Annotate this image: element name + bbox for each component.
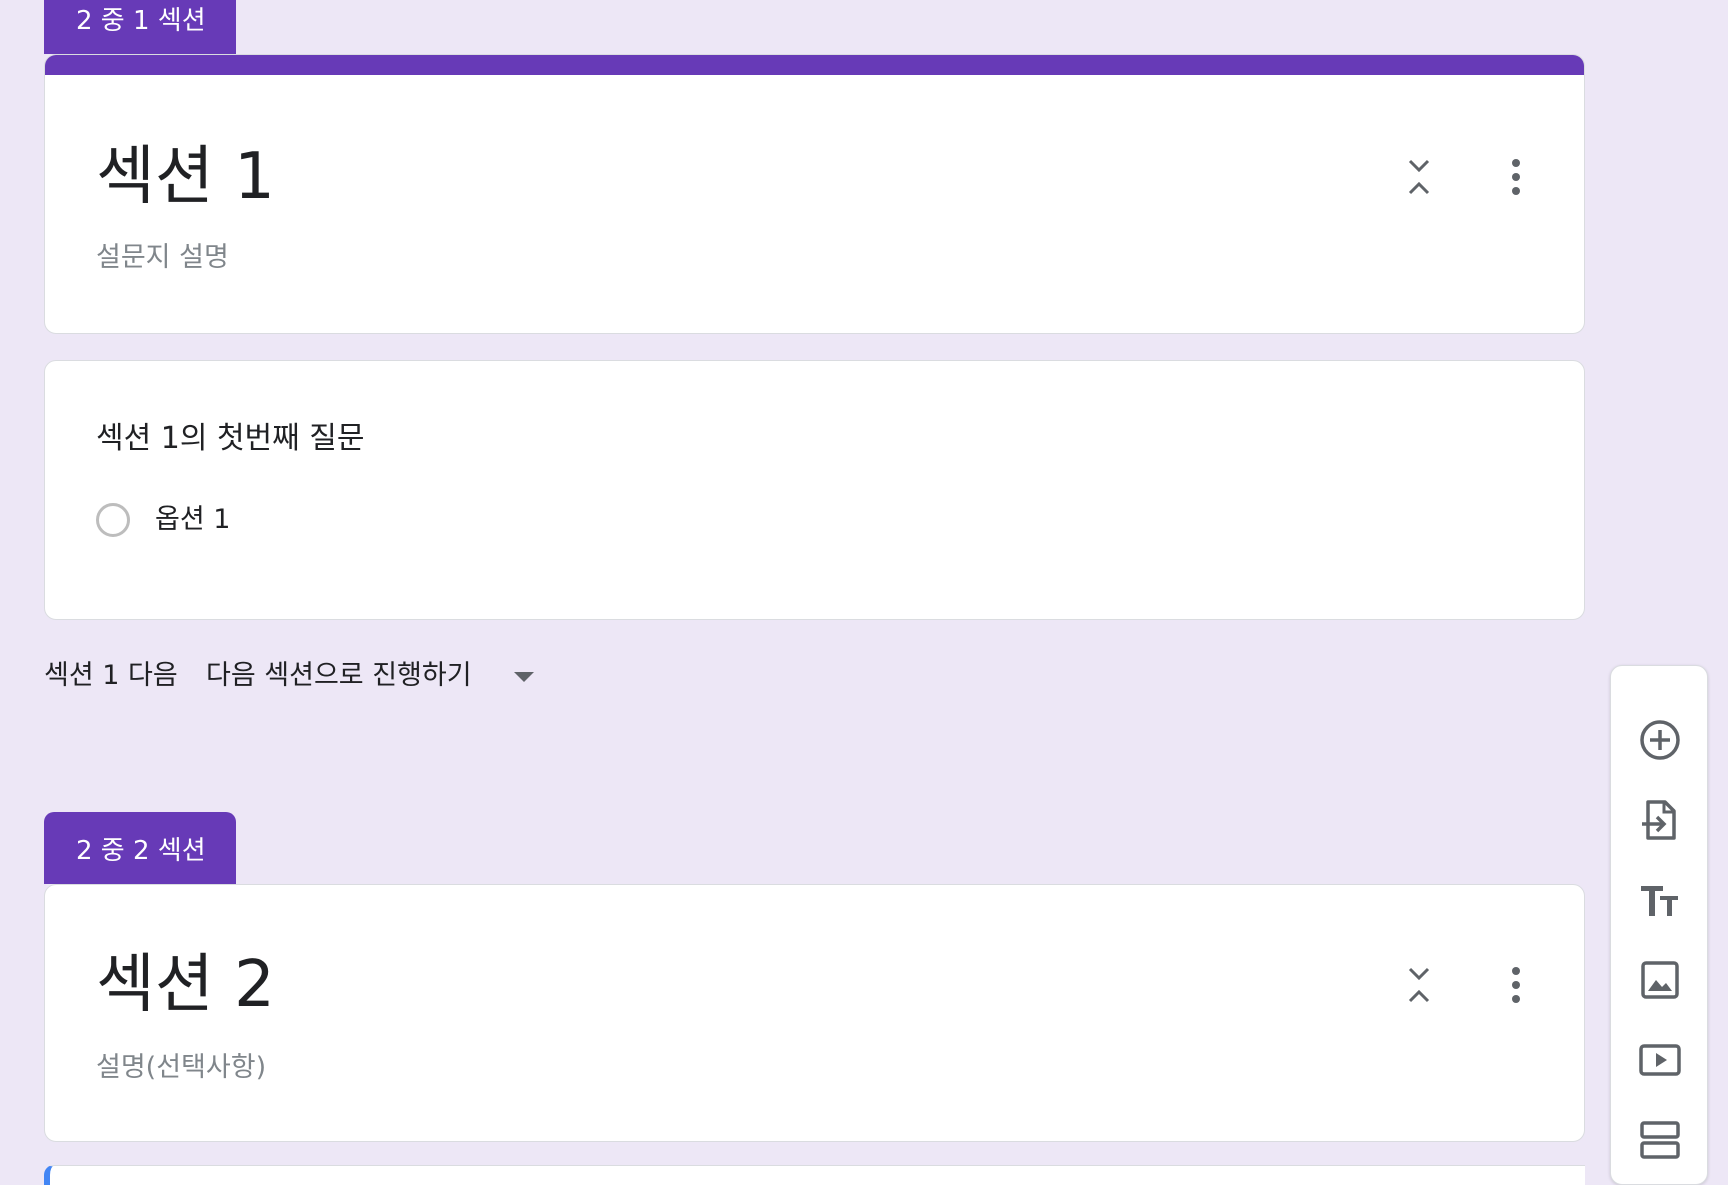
add-section-icon	[1640, 1121, 1680, 1159]
section-1-description-field[interactable]: 설문지 설명	[96, 235, 229, 274]
collapse-section-button[interactable]	[1391, 957, 1447, 1013]
section-1-title[interactable]: 섹션 1	[96, 125, 275, 217]
add-image-icon	[1641, 961, 1679, 999]
question-title[interactable]: 섹션 1의 첫번째 질문	[96, 413, 365, 457]
add-title-icon	[1641, 886, 1678, 916]
more-vert-icon	[1512, 967, 1520, 1003]
add-video-icon	[1639, 1044, 1681, 1076]
collapse-icon	[1408, 967, 1430, 1003]
import-questions-button[interactable]	[1628, 788, 1692, 852]
section-2-description-field[interactable]: 설명(선택사항)	[96, 1045, 266, 1084]
add-video-button[interactable]	[1628, 1028, 1692, 1092]
add-title-button[interactable]	[1628, 868, 1692, 932]
section-accent-bar	[45, 55, 1584, 75]
section-1-more-button[interactable]	[1488, 149, 1544, 205]
next-card-edge	[44, 1165, 1585, 1185]
add-question-icon	[1640, 720, 1680, 760]
section-1-header-card[interactable]: 섹션 1 설문지 설명	[44, 54, 1585, 334]
import-questions-icon	[1642, 800, 1676, 840]
collapse-icon	[1408, 159, 1430, 195]
add-image-button[interactable]	[1628, 948, 1692, 1012]
add-question-button[interactable]	[1628, 708, 1692, 772]
section-2-header-card[interactable]: 섹션 2 설명(선택사항)	[44, 884, 1585, 1142]
after-section-label: 섹션 1 다음	[44, 660, 178, 691]
section-2-title[interactable]: 섹션 2	[96, 933, 275, 1025]
collapse-section-button[interactable]	[1391, 149, 1447, 205]
section-2-tab-label: 2 중 2 섹션	[76, 835, 206, 866]
dropdown-arrow-icon[interactable]	[514, 672, 534, 682]
section-2-more-button[interactable]	[1488, 957, 1544, 1013]
section-1-tab: 2 중 1 섹션	[44, 0, 236, 54]
section-1-tab-label: 2 중 1 섹션	[76, 5, 206, 36]
add-section-button[interactable]	[1628, 1108, 1692, 1172]
option-radio[interactable]	[96, 503, 130, 537]
more-vert-icon	[1512, 159, 1520, 195]
floating-toolbar	[1610, 665, 1708, 1185]
section-2-tab: 2 중 2 섹션	[44, 812, 236, 884]
after-section-dropdown[interactable]: 다음 섹션으로 진행하기	[206, 656, 472, 696]
question-card[interactable]: 섹션 1의 첫번째 질문 옵션 1	[44, 360, 1585, 620]
option-label[interactable]: 옵션 1	[155, 503, 230, 537]
